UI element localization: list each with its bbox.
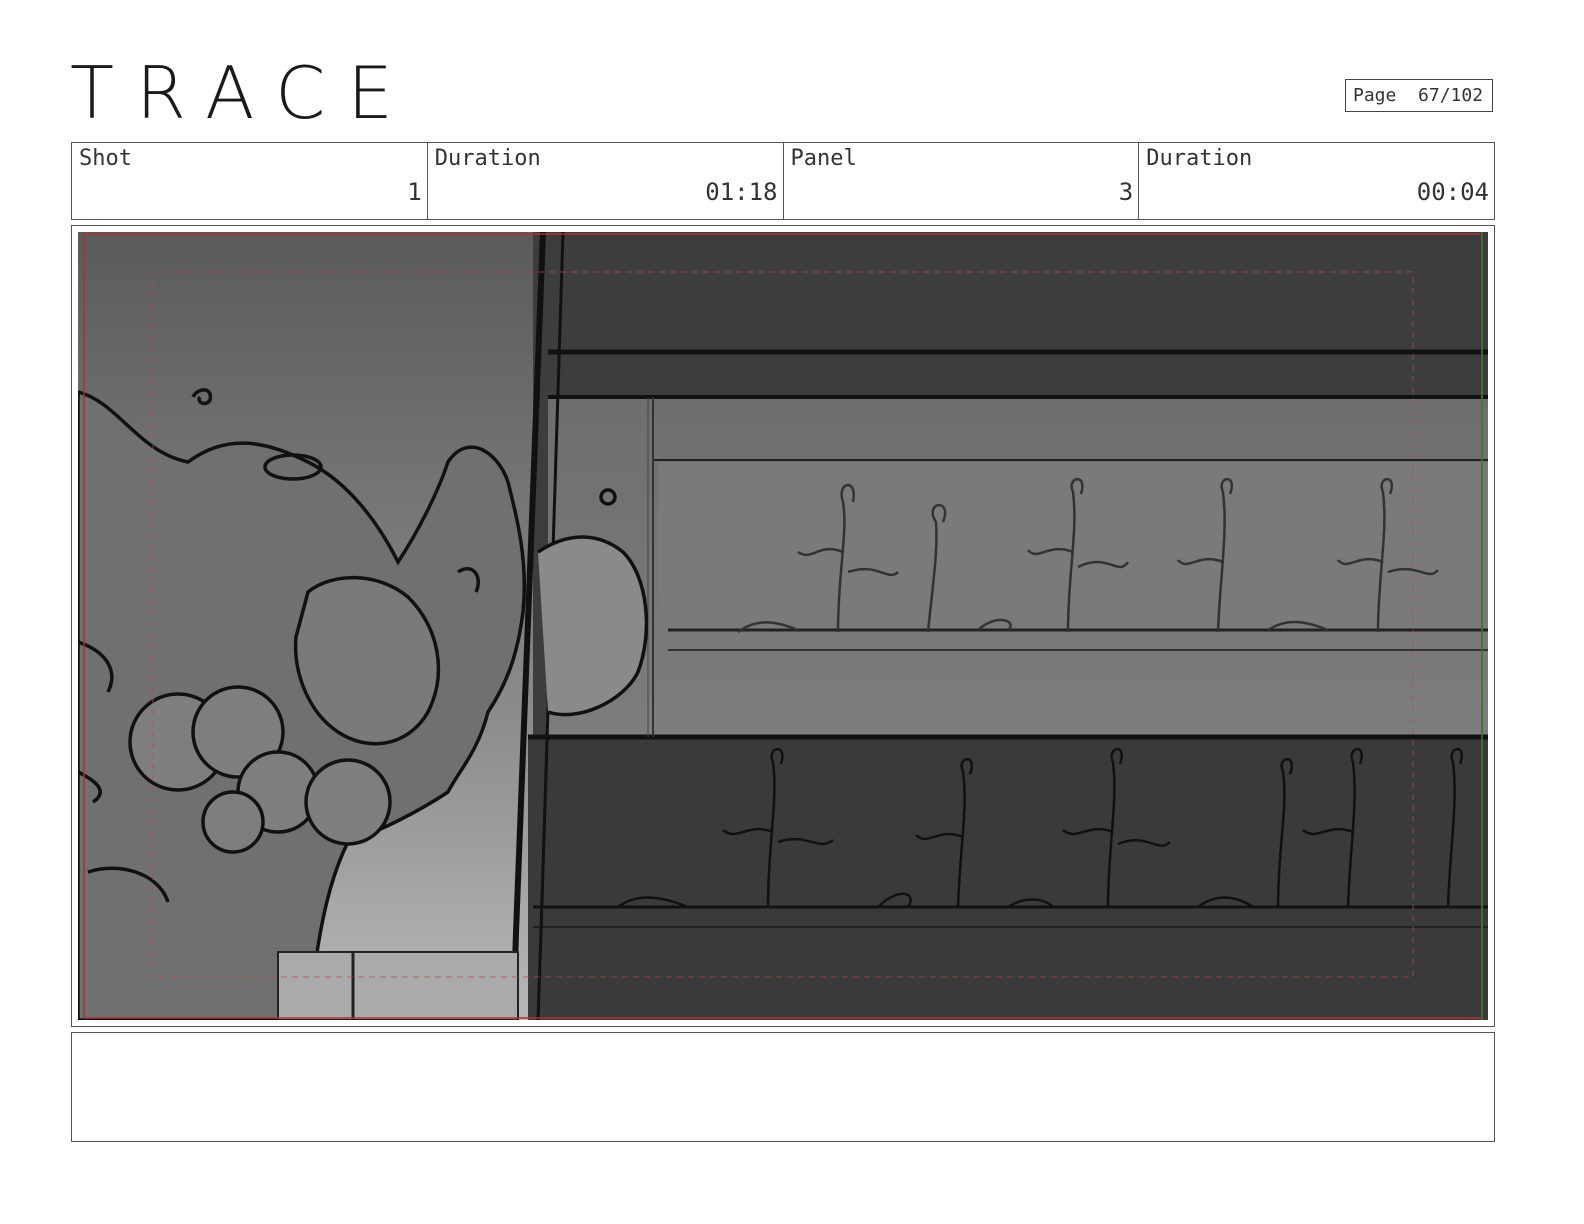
panel-duration-label: Duration [1146,146,1253,171]
shot-label: Shot [79,146,132,171]
page-indicator: Page 67/102 [1345,79,1493,112]
panel-notes-box[interactable] [71,1032,1495,1142]
shot-duration-label: Duration [434,146,541,171]
panel-duration-value: 00:04 [1416,178,1489,206]
panel-sketch-illustration [78,232,1488,1020]
panel-duration-cell: Duration 00:04 [1139,143,1494,219]
shot-value: 1 [407,178,422,206]
page-label: Page [1353,85,1397,106]
panel-label: Panel [790,146,857,171]
shot-cell: Shot 1 [72,143,428,219]
trace-logo: TRACE [70,51,415,135]
shot-info-table: Shot 1 Duration 01:18 Panel 3 Duration 0… [71,142,1495,220]
page-number: 67/102 [1418,85,1484,106]
shot-duration-cell: Duration 01:18 [428,143,784,219]
storyboard-drawing [78,232,1488,1020]
shot-duration-value: 01:18 [705,178,778,206]
panel-cell: Panel 3 [784,143,1140,219]
panel-value: 3 [1118,178,1134,206]
storyboard-panel-frame [71,225,1495,1027]
